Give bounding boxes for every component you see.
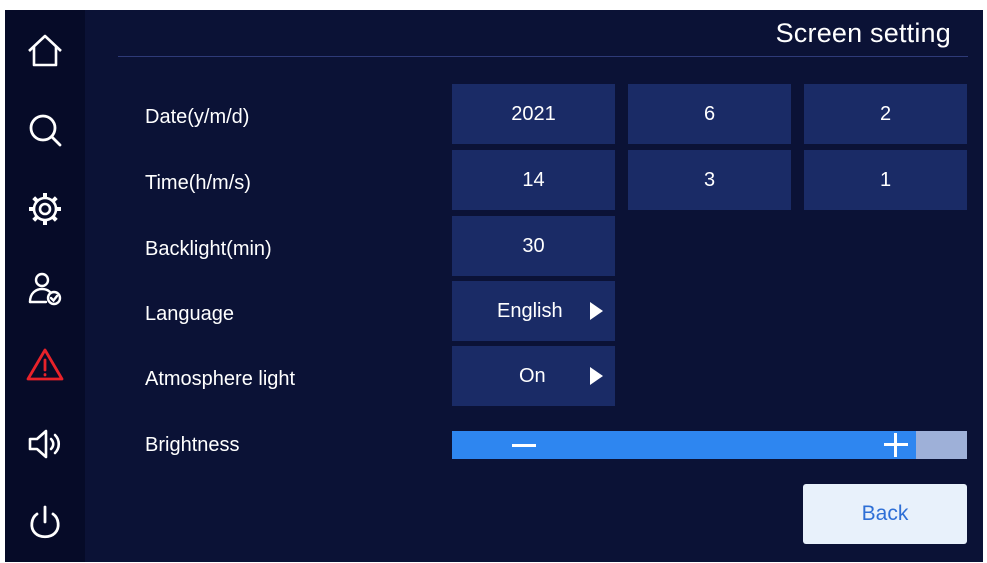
time-second-field[interactable]: 1	[804, 150, 967, 210]
backlight-field[interactable]: 30	[452, 216, 615, 276]
date-day-field[interactable]: 2	[804, 84, 967, 144]
date-month-field[interactable]: 6	[628, 84, 791, 144]
search-icon[interactable]	[23, 108, 67, 152]
sidebar	[5, 10, 85, 562]
backlight-label: Backlight(min)	[145, 238, 272, 260]
language-label: Language	[145, 303, 234, 325]
brightness-label: Brightness	[145, 434, 240, 456]
date-label: Date(y/m/d)	[145, 106, 250, 128]
atmosphere-light-label: Atmosphere light	[145, 368, 296, 390]
user-check-icon[interactable]	[23, 267, 67, 311]
speaker-icon[interactable]	[23, 422, 67, 466]
main-panel: Screen setting Date(y/m/d) 2021 6 2 Time…	[85, 10, 983, 562]
title-divider	[118, 56, 968, 57]
page-title: Screen setting	[775, 18, 951, 48]
minus-icon[interactable]	[512, 444, 536, 447]
arrow-right-icon	[590, 367, 603, 385]
time-hour-field[interactable]: 14	[452, 150, 615, 210]
time-minute-field[interactable]: 3	[628, 150, 791, 210]
back-button[interactable]: Back	[803, 484, 967, 544]
time-label: Time(h/m/s)	[145, 172, 251, 194]
date-year-field[interactable]: 2021	[452, 84, 615, 144]
atmosphere-light-value: On	[519, 364, 546, 387]
language-selector[interactable]: English	[452, 281, 615, 341]
atmosphere-light-selector[interactable]: On	[452, 346, 615, 406]
screen-frame: Screen setting Date(y/m/d) 2021 6 2 Time…	[5, 10, 983, 562]
gear-icon[interactable]	[23, 187, 67, 231]
language-value: English	[497, 299, 563, 322]
arrow-right-icon	[590, 302, 603, 320]
warning-icon[interactable]	[23, 343, 67, 387]
brightness-slider[interactable]	[452, 431, 967, 459]
power-icon[interactable]	[23, 500, 67, 544]
home-icon[interactable]	[23, 28, 67, 72]
plus-icon[interactable]	[884, 433, 908, 457]
